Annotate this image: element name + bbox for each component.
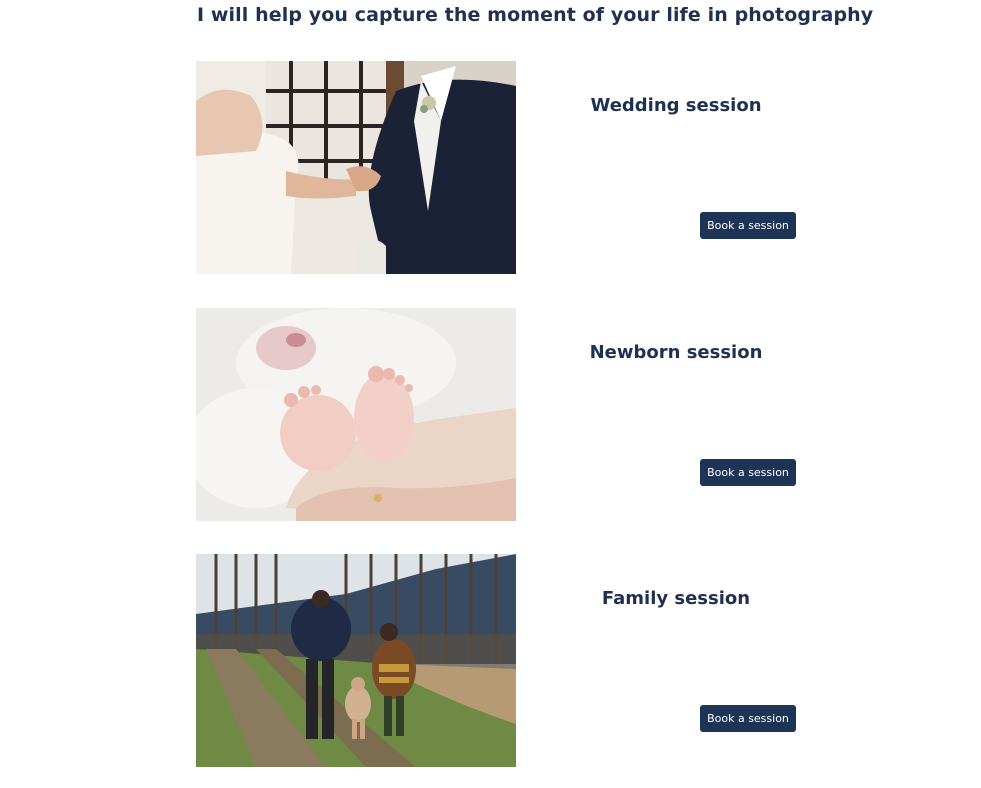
session-card-family: Family session Book a session	[196, 554, 796, 768]
session-title: Family session	[601, 588, 751, 609]
session-card-newborn: Newborn session Book a session	[196, 308, 796, 522]
session-title: Wedding session	[590, 95, 762, 116]
session-card-wedding: Wedding session Book a session	[196, 61, 796, 275]
session-title: Newborn session	[589, 342, 763, 363]
book-session-button[interactable]: Book a session	[700, 459, 796, 486]
book-session-button[interactable]: Book a session	[700, 212, 796, 239]
wedding-photo	[196, 61, 516, 274]
family-photo	[196, 554, 516, 767]
page-title: I will help you capture the moment of yo…	[197, 4, 874, 26]
newborn-photo	[196, 308, 516, 521]
book-session-button[interactable]: Book a session	[700, 705, 796, 732]
